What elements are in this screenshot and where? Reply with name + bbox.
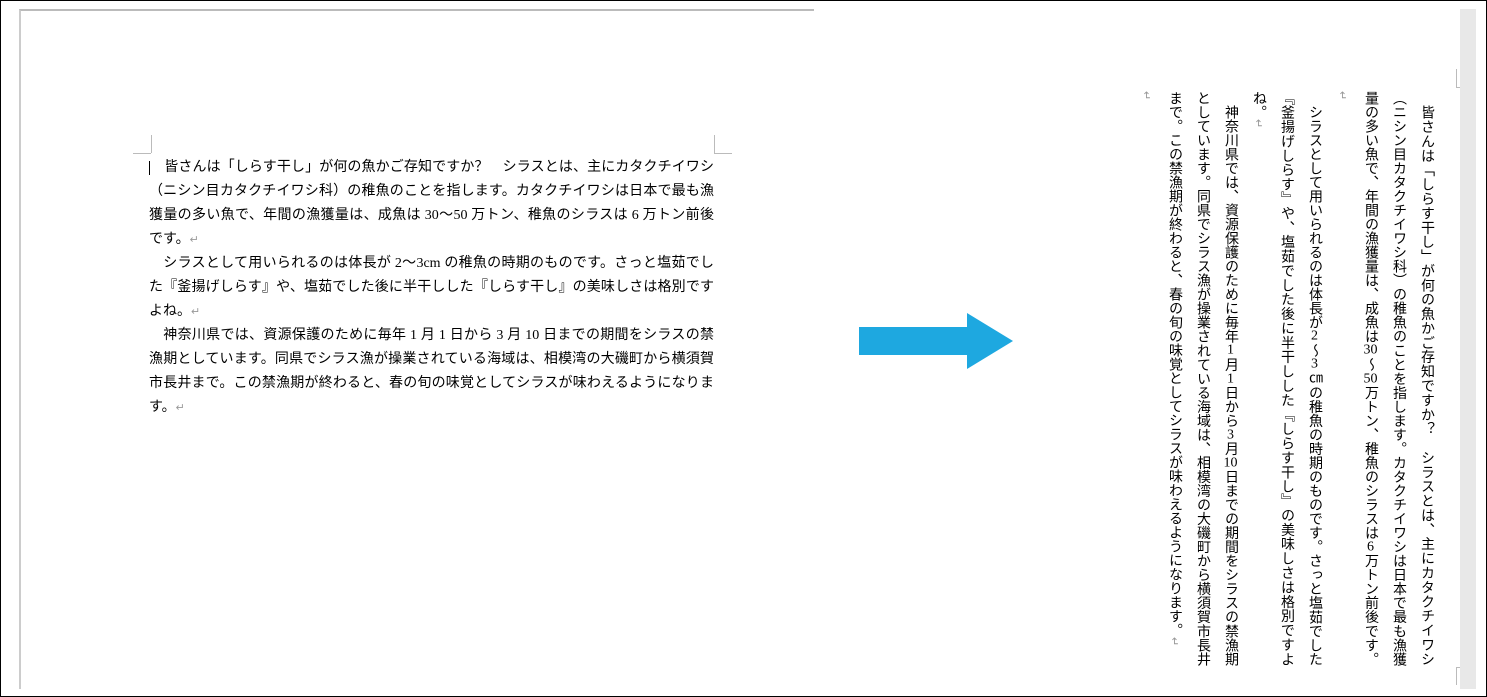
vp3-a: 神奈川県では、資源保護のために毎年 [1223,91,1238,343]
pilcrow-icon: ↵ [1252,119,1264,128]
horizontal-text-area[interactable]: 皆さんは「しらす干し」が何の魚かご存知ですか？ シラスとは、主にカタクチイワシ（… [149,156,714,420]
vertical-scrollbar[interactable] [1460,9,1476,689]
v-paragraph-3[interactable]: 神奈川県では、資源保護のために毎年1月1日から3月10日までの期間をシラスの禁漁… [1160,91,1244,666]
v-paragraph-1[interactable]: 皆さんは「しらす干し」が何の魚かご存知ですか？ シラスとは、主にカタクチイワシ（… [1328,91,1440,666]
arrow-head [967,313,1013,369]
vp2-m1: 〜 [1307,343,1322,357]
vp1-n1: 30 [1363,343,1378,357]
vp3-m2: 日から [1223,386,1238,428]
vp1-s: 万トン前後です。 [1363,554,1378,666]
v-paragraph-empty[interactable]: ↵ [1132,91,1160,666]
paragraph-2[interactable]: シラスとして用いられるのは体長が 2〜3cm の稚魚の時期のものです。さっと塩茹… [149,252,714,324]
margin-mark-top-right [714,135,734,155]
vp2-u: ㎝ [1307,372,1322,386]
v-paragraph-2[interactable]: シラスとして用いられるのは体長が2〜3㎝の稚魚の時期のものです。さっと塩茹でした… [1244,91,1328,666]
pilcrow-icon: ↵ [1140,91,1152,100]
paragraph-3-text: 神奈川県では、資源保護のために毎年 1 月 1 日から 3 月 10 日までの期… [149,328,714,415]
pilcrow-icon: ↵ [190,234,199,246]
vp3-n4: 10 [1223,456,1238,470]
paragraph-1-text: 皆さんは「しらす干し」が何の魚かご存知ですか？ シラスとは、主にカタクチイワシ（… [149,160,714,247]
margin-mark-top-left [133,135,153,155]
pilcrow-icon: ↵ [1168,637,1180,646]
vp3-n1: 1 [1223,343,1238,357]
arrow-icon [859,313,1014,369]
vertical-text-area[interactable]: 皆さんは「しらす干し」が何の魚かご存知ですか？ シラスとは、主にカタクチイワシ（… [1132,91,1440,666]
vp2-n1: 2 [1307,329,1322,343]
arrow-shaft [859,327,969,355]
vp1-m2: 万トン、稚魚のシラスは [1363,386,1378,540]
vp2-n2: 3 [1307,357,1322,371]
paragraph-1[interactable]: 皆さんは「しらす干し」が何の魚かご存知ですか？ シラスとは、主にカタクチイワシ（… [149,156,714,252]
vp3-m3: 月 [1223,442,1238,456]
vp1-n2: 50 [1363,372,1378,386]
vp3-n2: 1 [1223,372,1238,386]
vp3-n3: 3 [1223,428,1238,442]
text-cursor [149,161,150,175]
pilcrow-icon: ↵ [1336,91,1348,100]
paragraph-3[interactable]: 神奈川県では、資源保護のために毎年 1 月 1 日から 3 月 10 日までの期… [149,324,714,420]
pilcrow-icon: ↵ [191,306,200,318]
document-page-vertical: 皆さんは「しらす干し」が何の魚かご存知ですか？ シラスとは、主にカタクチイワシ（… [1066,9,1476,689]
vp1-n3: 6 [1363,540,1378,554]
document-page-horizontal: 皆さんは「しらす干し」が何の魚かご存知ですか？ シラスとは、主にカタクチイワシ（… [19,9,814,689]
vp3-m1: 月 [1223,357,1238,371]
pilcrow-icon: ↵ [176,402,185,414]
paragraph-2-text: シラスとして用いられるのは体長が 2〜3cm の稚魚の時期のものです。さっと塩茹… [149,256,714,319]
vp1-m1: 〜 [1363,357,1378,371]
vp2-a: シラスとして用いられるのは体長が [1307,91,1322,329]
